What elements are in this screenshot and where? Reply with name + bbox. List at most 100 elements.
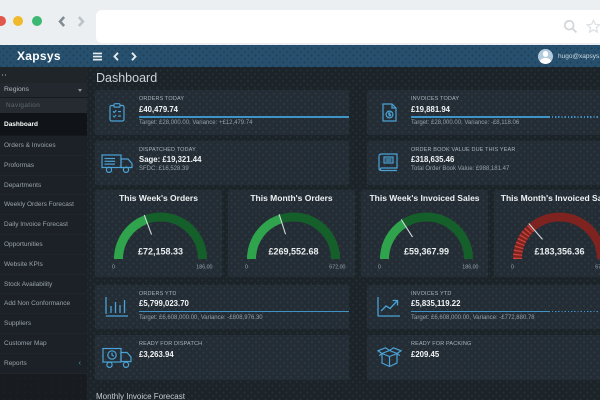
sidebar-item-website-kpis[interactable]: Website KPIs <box>0 254 87 275</box>
truck-clock-icon <box>101 347 132 368</box>
svg-text:£59,367.99: £59,367.99 <box>404 247 449 257</box>
nav-chevron-left-icon[interactable] <box>112 51 121 61</box>
sidebar-item-label: Website KPIs <box>4 260 43 268</box>
svg-text:186,00: 186,00 <box>462 265 478 271</box>
kpi-value: Sage: £19,321.44 <box>139 155 202 164</box>
sidebar-item-suppliers[interactable]: Suppliers <box>0 314 87 334</box>
kpi-target-text: Target: £28,000.00, Variance: +£12,479.7… <box>139 120 253 126</box>
kpi-target-text: Target: £6,608,000.00, Variance: -£808,9… <box>139 314 263 321</box>
kpi-card-dispatched-today[interactable]: DISPATCHED TODAY Sage: £19,321.44 SFDC: … <box>95 140 349 185</box>
sidebar-item-stock-availability[interactable]: Stock Availability <box>0 274 87 295</box>
kpi-label: INVOICES TODAY <box>411 96 460 102</box>
kpi-value: £209.45 <box>411 349 440 359</box>
line-chart-icon <box>367 285 411 330</box>
kpi-underline <box>139 310 349 312</box>
star-icon[interactable] <box>586 19 600 34</box>
gauge-card-3[interactable]: This Week's Invoiced Sales £59,367.99 0 18… <box>361 190 488 277</box>
user-email: hugo@xapsys.co <box>558 52 600 60</box>
kpi-label: DISPATCHED TODAY <box>139 146 196 153</box>
kpi-card-invoices-ytd[interactable]: INVOICES YTD £5,835,119.22 Target: £6,60… <box>367 284 600 330</box>
nav-chevron-right-icon[interactable] <box>129 51 138 61</box>
gauge-chart: £72,158.33 0 186,00 <box>112 212 213 271</box>
gauge-card-1[interactable]: This Week's Orders £72,158.33 0 186,00 <box>95 190 222 277</box>
sidebar-item-label: Orders & Invoices <box>4 142 56 149</box>
avatar-body-shape <box>540 57 551 64</box>
regions-label: Regions <box>4 86 29 93</box>
kpi-value: £19,881.94 <box>411 104 451 114</box>
app-header: Xapsys hugo@xapsys.co <box>0 45 600 67</box>
invoice-dollar-icon <box>367 90 411 135</box>
sidebar-item-label: Opportunities <box>4 240 43 248</box>
sidebar-item-opportunities[interactable]: Opportunities <box>0 234 87 255</box>
sidebar-item-label: Suppliers <box>4 320 32 328</box>
line-chart-icon <box>377 297 400 317</box>
kpi-value: £5,835,119.22 <box>411 299 461 308</box>
sidebar-item-orders-invoices[interactable]: Orders & Invoices <box>0 136 87 156</box>
book-icon <box>367 141 411 186</box>
gauge-card-2[interactable]: This Month's Orders £269,552.68 0 672,00 <box>228 190 355 277</box>
kpi-label: ORDERS YTD <box>139 290 177 297</box>
kpi-sub-text: Total Order Book Value: £988,181.47 <box>411 166 510 172</box>
browser-forward-icon[interactable] <box>74 15 87 28</box>
gauge-row: This Week's Orders £72,158.33 0 186,00 Thi… <box>95 190 600 277</box>
caret-down-icon <box>78 88 82 92</box>
kpi-sub-text: SFDC: £16,528.39 <box>139 166 189 172</box>
sidebar-item-weekly-orders-forecast[interactable]: Weekly Orders Forecast <box>0 195 87 216</box>
browser-chrome <box>0 0 600 45</box>
section-heading: Monthly Invoice Forecast <box>96 391 185 400</box>
bar-chart-icon <box>95 285 139 330</box>
sidebar-item-label: Customer Map <box>4 339 47 347</box>
kpi-label: ORDER BOOK VALUE DUE THIS YEAR <box>411 146 516 153</box>
user-avatar-icon <box>538 48 553 64</box>
hamburger-icon[interactable] <box>93 52 102 61</box>
kpi-grid-bottom: ORDERS YTD £5,799,023.70 Target: £6,608,… <box>95 284 600 380</box>
kpi-value: £3,263.94 <box>139 349 174 359</box>
traffic-light-zoom-icon[interactable] <box>31 16 42 26</box>
sidebar-item-proformas[interactable]: Proformas <box>0 155 87 176</box>
invoice-dollar-icon <box>381 103 397 122</box>
dot-icon <box>1 74 4 76</box>
url-bar[interactable] <box>96 10 600 43</box>
gauge-chart: £183,356.36 0 672,00 <box>511 212 600 271</box>
kpi-value: £40,479.74 <box>139 104 179 114</box>
sidebar-item-customer-map[interactable]: Customer Map <box>0 333 87 354</box>
app-logo[interactable]: Xapsys <box>17 49 61 63</box>
sidebar-item-departments[interactable]: Departments <box>0 175 87 196</box>
svg-text:£183,356.36: £183,356.36 <box>534 247 584 257</box>
kpi-label: READY FOR DISPATCH <box>139 341 203 347</box>
box-open-icon <box>376 347 402 368</box>
search-icon[interactable] <box>563 19 578 34</box>
sidebar-item-daily-invoice-forecast[interactable]: Daily Invoice Forecast <box>0 215 87 235</box>
sidebar-item-dashboard[interactable]: Dashboard <box>0 113 87 136</box>
sidebar-item-label: Proformas <box>4 161 34 169</box>
svg-text:0: 0 <box>245 265 248 271</box>
kpi-card-ready-for-dispatch[interactable]: READY FOR DISPATCH £3,263.94 <box>95 335 349 380</box>
sidebar-item-reports[interactable]: Reports ‹ <box>0 353 87 374</box>
clipboard-check-icon <box>95 90 139 135</box>
traffic-light-minimize-icon[interactable] <box>13 16 23 26</box>
gauge-card-4[interactable]: This Month's Invoiced Sales £183,356.360… <box>494 190 600 277</box>
kpi-value: £318,635.46 <box>411 155 455 164</box>
svg-text:672,00: 672,00 <box>329 265 345 271</box>
kpi-card-invoices-today[interactable]: INVOICES TODAY £19,881.94 Target: £28,00… <box>367 90 600 135</box>
browser-back-icon[interactable] <box>56 15 69 28</box>
kpi-label: ORDERS TODAY <box>139 96 185 102</box>
kpi-target-text: Target: £28,000.00, Variance: -£8,118.06 <box>411 120 520 126</box>
kpi-card-orders-ytd[interactable]: ORDERS YTD £5,799,023.70 Target: £6,608,… <box>95 284 349 330</box>
kpi-card-order-book-value-due-this-year[interactable]: ORDER BOOK VALUE DUE THIS YEAR £318,635.… <box>367 140 600 186</box>
clipboard-check-icon <box>109 102 125 122</box>
traffic-light-close-icon[interactable] <box>0 16 6 26</box>
kpi-underline <box>411 310 600 312</box>
sidebar-item-label: Daily Invoice Forecast <box>4 221 68 229</box>
sidebar-menu: Dashboard Orders & Invoices Proformas De… <box>0 113 87 374</box>
book-icon <box>378 153 398 172</box>
sidebar-item-label: Reports <box>4 359 27 367</box>
user-chip[interactable]: hugo@xapsys.co <box>538 48 600 64</box>
kpi-card-ready-for-packing[interactable]: READY FOR PACKING £209.45 <box>367 335 600 380</box>
svg-text:0: 0 <box>112 265 115 271</box>
sidebar-item-label: Departments <box>4 181 42 189</box>
page-title: Dashboard <box>96 71 158 85</box>
sidebar-item-add-non-conformance[interactable]: Add Non Conformance <box>0 294 87 315</box>
kpi-card-orders-today[interactable]: ORDERS TODAY £40,479.74 Target: £28,000.… <box>95 90 349 135</box>
regions-dropdown[interactable]: Regions <box>0 83 87 98</box>
